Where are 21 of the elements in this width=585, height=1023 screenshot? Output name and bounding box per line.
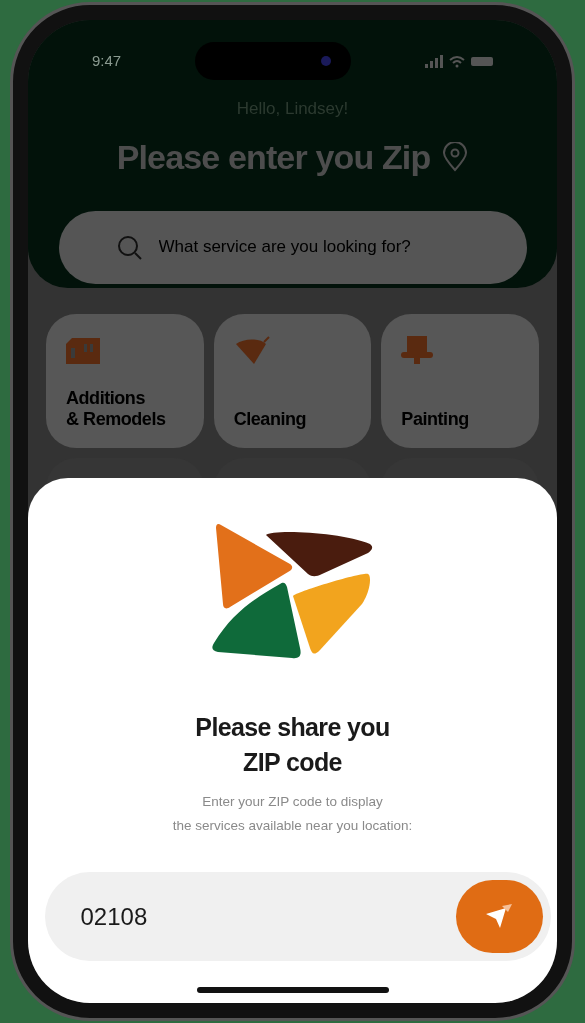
status-time: 9:47 bbox=[92, 50, 122, 71]
sheet-description: Enter your ZIP code to display the services available near you location: bbox=[172, 793, 413, 835]
category-label: Additions & Remodels bbox=[66, 388, 167, 430]
battery-icon bbox=[471, 56, 493, 66]
category-card[interactable]: Painting bbox=[381, 314, 539, 448]
sheet-title: Please share you ZIP code bbox=[195, 712, 390, 778]
category-label: Painting bbox=[401, 409, 470, 430]
signal-icon bbox=[425, 54, 443, 68]
category-label: Cleaning bbox=[233, 409, 308, 430]
search-field[interactable]: What service are you looking for? bbox=[58, 210, 527, 284]
search-icon bbox=[116, 234, 143, 261]
house-icon bbox=[66, 336, 100, 364]
navigation-arrow-icon bbox=[484, 903, 514, 930]
category-card[interactable]: Additions & Remodels bbox=[46, 314, 204, 448]
wifi-icon bbox=[449, 54, 465, 68]
cleaning-icon bbox=[233, 336, 270, 366]
category-card[interactable]: Cleaning bbox=[213, 314, 372, 448]
camera-icon bbox=[321, 56, 332, 66]
page-title: Please enter you Zip bbox=[116, 136, 431, 178]
paint-brush-icon bbox=[401, 336, 434, 366]
location-pin-icon bbox=[442, 142, 469, 172]
